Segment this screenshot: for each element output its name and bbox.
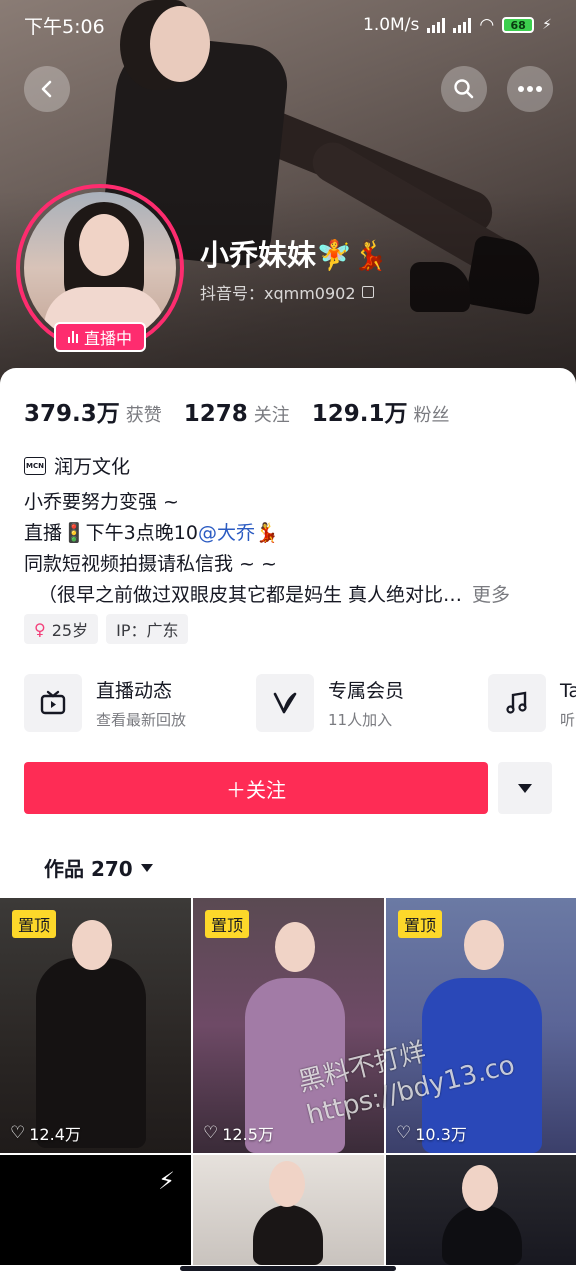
tv-icon <box>24 674 82 732</box>
thumb-figure <box>442 1205 522 1265</box>
signal-icon <box>453 17 472 33</box>
stat-label: 粉丝 <box>413 405 450 426</box>
follow-button[interactable]: ＋关注 <box>24 762 488 814</box>
live-badge[interactable]: 直播中 <box>54 322 146 352</box>
live-badge-label: 直播中 <box>83 329 132 348</box>
feature-subtitle: 听听ta <box>560 711 576 729</box>
chevron-left-icon <box>41 80 52 98</box>
avatar-face <box>79 214 129 276</box>
like-count: ♡ 12.5万 <box>203 1121 274 1145</box>
home-indicator[interactable] <box>180 1266 396 1271</box>
recommend-dropdown-button[interactable] <box>498 762 552 814</box>
more-button[interactable] <box>507 66 553 112</box>
bio-line: 小乔要努力变强 ~ <box>24 491 179 513</box>
feature-title: 直播动态 <box>96 680 173 702</box>
stats-row: 379.3万 获赞 1278 关注 129.1万 粉丝 <box>24 394 450 428</box>
bio-text: 💃 <box>254 522 279 544</box>
back-button[interactable] <box>24 66 70 112</box>
flash-icon: ⚡ <box>158 1167 175 1195</box>
music-icon <box>488 674 546 732</box>
wifi-icon: ◠ <box>479 15 495 35</box>
v-icon <box>256 674 314 732</box>
bio-line: 同款短视频拍摄请私信我 ~ ~ <box>24 553 277 575</box>
stat-value: 129.1万 <box>311 401 408 427</box>
feature-live-updates[interactable]: 直播动态 查看最新回放 <box>24 672 230 734</box>
bio-more-link[interactable]: 更多 <box>472 584 510 606</box>
thumb-figure-head <box>464 920 504 970</box>
ip-text: IP：广东 <box>116 621 179 640</box>
ip-tag: IP：广东 <box>106 614 189 644</box>
mcn-row[interactable]: MCN 润万文化 <box>24 452 130 479</box>
stat-label: 获赞 <box>125 405 162 426</box>
douyin-id[interactable]: 抖音号：xqmm0902 <box>200 280 374 304</box>
stat-label: 关注 <box>253 405 290 426</box>
feature-membership[interactable]: 专属会员 11人加入 <box>256 672 462 734</box>
mcn-icon: MCN <box>24 456 46 475</box>
mcn-name: 润万文化 <box>54 456 131 478</box>
stat-following[interactable]: 1278 关注 <box>184 401 290 427</box>
copy-icon[interactable] <box>361 286 374 298</box>
feature-row: 直播动态 查看最新回放 专属会员 11人加入 Ta的音 听听ta <box>24 672 576 734</box>
heart-icon: ♡ <box>396 1123 412 1143</box>
video-thumbnail[interactable]: 置顶 ♡ 12.4万 <box>0 898 191 1153</box>
feature-title: Ta的音 <box>560 680 576 702</box>
search-icon <box>454 79 474 99</box>
video-thumbnail[interactable] <box>386 1155 576 1265</box>
female-icon: ♀ <box>34 619 46 639</box>
profile-tags: ♀ 25岁 IP：广东 <box>24 614 189 644</box>
bio-text: 直播🚦下午3点晚10 <box>24 522 198 544</box>
status-icons: 1.0M/s ◠ 68 ⚡ <box>363 15 552 35</box>
status-time: 下午5:06 <box>24 15 105 38</box>
mention-link[interactable]: @大乔 <box>198 522 255 544</box>
search-button[interactable] <box>441 66 487 112</box>
video-thumbnail[interactable]: ⚡ <box>0 1155 191 1265</box>
net-speed: 1.0M/s <box>363 15 420 35</box>
like-count: ♡ 12.4万 <box>10 1121 81 1145</box>
thumb-figure <box>253 1205 323 1265</box>
works-label: 作品 270 <box>44 857 133 881</box>
like-count-text: 12.5万 <box>222 1125 274 1144</box>
tab-works[interactable]: 作品 270 <box>44 853 153 882</box>
thumb-figure-head <box>269 1161 305 1207</box>
thumb-figure-head <box>72 920 112 970</box>
stat-likes[interactable]: 379.3万 获赞 <box>24 394 162 428</box>
like-count: ♡ 10.3万 <box>396 1121 467 1145</box>
heart-icon: ♡ <box>203 1123 219 1143</box>
video-thumbnail[interactable] <box>193 1155 384 1265</box>
caret-down-icon <box>140 863 153 872</box>
age-text: 25岁 <box>51 621 89 640</box>
douyin-id-text: 抖音号：xqmm0902 <box>200 284 356 303</box>
feature-title: 专属会员 <box>328 680 405 702</box>
caret-down-icon <box>518 783 532 793</box>
battery-icon: 68 <box>502 17 535 33</box>
stat-followers[interactable]: 129.1万 粉丝 <box>312 394 450 428</box>
bio-text: （很早之前做过双眼皮其它都是妈生 真人绝对比… <box>38 584 463 606</box>
pinned-badge: 置顶 <box>205 910 250 938</box>
nickname: 小乔妹妹🧚💃 <box>200 238 389 272</box>
age-tag: ♀ 25岁 <box>24 614 99 644</box>
charging-icon: ⚡ <box>542 17 552 33</box>
bio-line: （很早之前做过双眼皮其它都是妈生 真人绝对比… 更多 <box>24 580 554 611</box>
thumb-figure-head <box>275 922 315 972</box>
heart-icon: ♡ <box>10 1123 26 1143</box>
signal-icon <box>427 17 446 33</box>
feature-music[interactable]: Ta的音 听听ta <box>488 672 576 734</box>
status-bar: 下午5:06 1.0M/s ◠ 68 ⚡ <box>0 0 576 50</box>
more-icon <box>518 86 542 92</box>
like-count-text: 12.4万 <box>29 1125 81 1144</box>
pinned-badge: 置顶 <box>12 910 57 938</box>
bio-line: 直播🚦下午3点晚10@大乔💃 <box>24 518 554 549</box>
bio[interactable]: 小乔要努力变强 ~ 直播🚦下午3点晚10@大乔💃 同款短视频拍摄请私信我 ~ ~… <box>24 487 554 611</box>
thumb-figure <box>36 958 146 1148</box>
like-count-text: 10.3万 <box>415 1125 467 1144</box>
live-bars-icon <box>67 331 78 343</box>
thumb-figure-head <box>462 1165 498 1211</box>
feature-subtitle: 11人加入 <box>328 711 393 729</box>
pinned-badge: 置顶 <box>398 910 443 938</box>
stat-value: 379.3万 <box>24 401 120 427</box>
feature-subtitle: 查看最新回放 <box>96 711 187 729</box>
stat-value: 1278 <box>183 401 248 427</box>
